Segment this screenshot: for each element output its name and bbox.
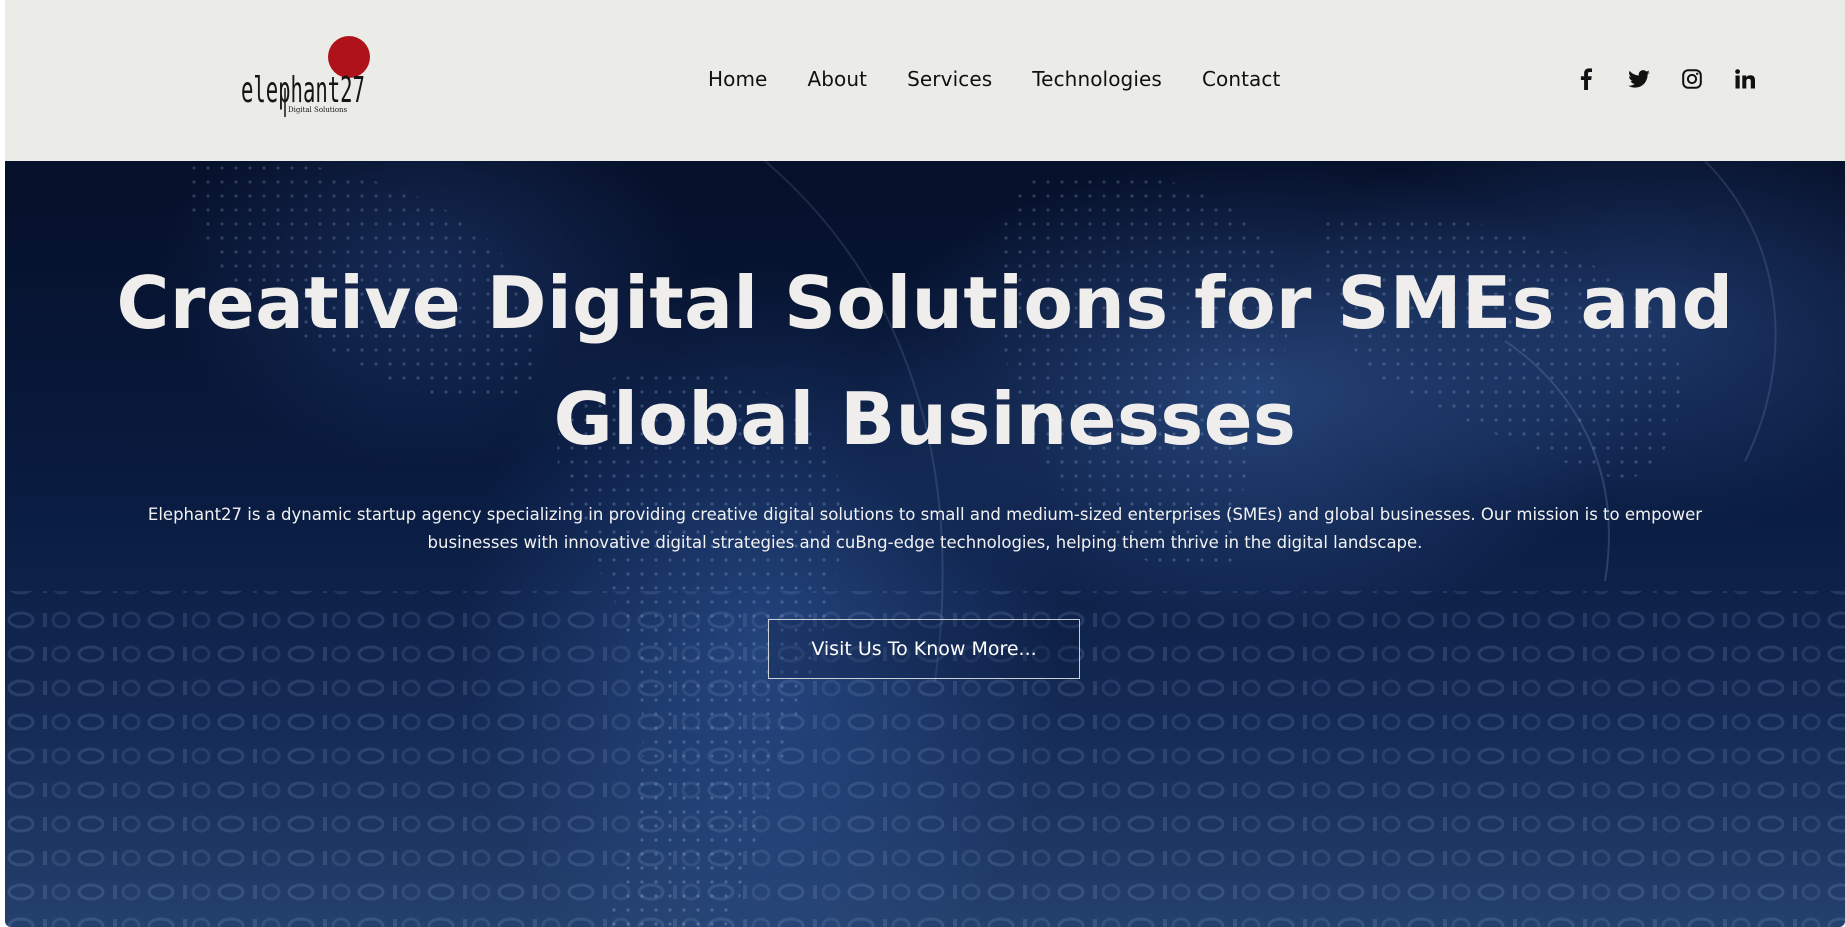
hero-description: Elephant27 is a dynamic startup agency s… <box>147 505 1703 552</box>
nav-services-link[interactable]: Services <box>907 67 992 91</box>
nav-contact-link[interactable]: Contact <box>1202 67 1281 91</box>
hero-title-line-2: Global Businesses <box>553 377 1297 461</box>
instagram-icon[interactable] <box>1679 66 1705 92</box>
visit-us-button[interactable]: Visit Us To Know More... <box>768 619 1080 679</box>
main-nav: Home About Services Technologies Contact <box>708 62 1280 96</box>
page-frame: elephant27 Digital Solutions Home About … <box>5 0 1845 927</box>
social-links <box>1573 66 1758 92</box>
linkedin-icon[interactable] <box>1732 66 1758 92</box>
site-header: elephant27 Digital Solutions Home About … <box>5 0 1845 161</box>
hero-title: Creative Digital Solutions for SMEs and … <box>5 245 1845 477</box>
nav-about-link[interactable]: About <box>807 67 867 91</box>
elephant27-logo[interactable]: elephant27 Digital Solutions <box>236 34 371 120</box>
hero-section: Creative Digital Solutions for SMEs and … <box>5 161 1845 927</box>
twitter-icon[interactable] <box>1626 66 1652 92</box>
hero-title-line-1: Creative Digital Solutions for SMEs and <box>116 261 1734 345</box>
nav-home-link[interactable]: Home <box>708 67 767 91</box>
facebook-icon[interactable] <box>1573 66 1599 92</box>
svg-text:Digital Solutions: Digital Solutions <box>288 106 348 114</box>
nav-technologies-link[interactable]: Technologies <box>1032 67 1162 91</box>
